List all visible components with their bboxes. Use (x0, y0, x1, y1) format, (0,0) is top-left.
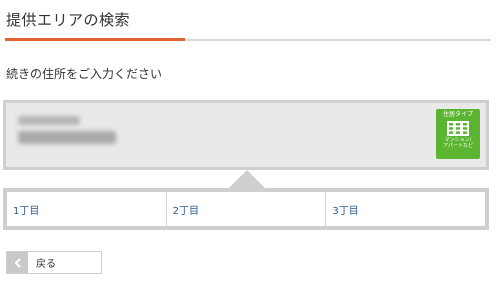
chevron-left-icon-glyph (14, 257, 21, 268)
instruction-text: 続きの住所をご入力ください (6, 67, 163, 81)
chome-option-1[interactable]: 1丁目 (7, 192, 166, 226)
chome-choice-row: 1丁目 2丁目 3丁目 (7, 192, 485, 226)
redacted-address-line (18, 116, 80, 125)
badge-label: 住居タイプ (442, 111, 473, 118)
redacted-address (18, 113, 118, 153)
title-accent-divider (5, 38, 185, 41)
chome-option-2[interactable]: 2丁目 (165, 192, 326, 226)
chome-choice-list: 1丁目 2丁目 3丁目 (3, 188, 489, 230)
address-type-badge: 住居タイプ マンション/ アパートなど (436, 109, 480, 159)
panel-pointer-arrow (229, 170, 265, 188)
redacted-address-line (18, 131, 116, 144)
chome-option-3[interactable]: 3丁目 (325, 192, 485, 226)
address-display: 住居タイプ マンション/ アパートなど (6, 103, 486, 167)
back-button[interactable]: 戻る (6, 251, 102, 274)
badge-sub-line: アパートなど (443, 143, 473, 149)
chevron-left-icon (7, 252, 28, 273)
back-button-label: 戻る (36, 259, 56, 270)
address-panel: 住居タイプ マンション/ アパートなど (3, 100, 489, 170)
page-title: 提供エリアの検索 (6, 11, 131, 29)
building-grid-icon (447, 121, 469, 136)
